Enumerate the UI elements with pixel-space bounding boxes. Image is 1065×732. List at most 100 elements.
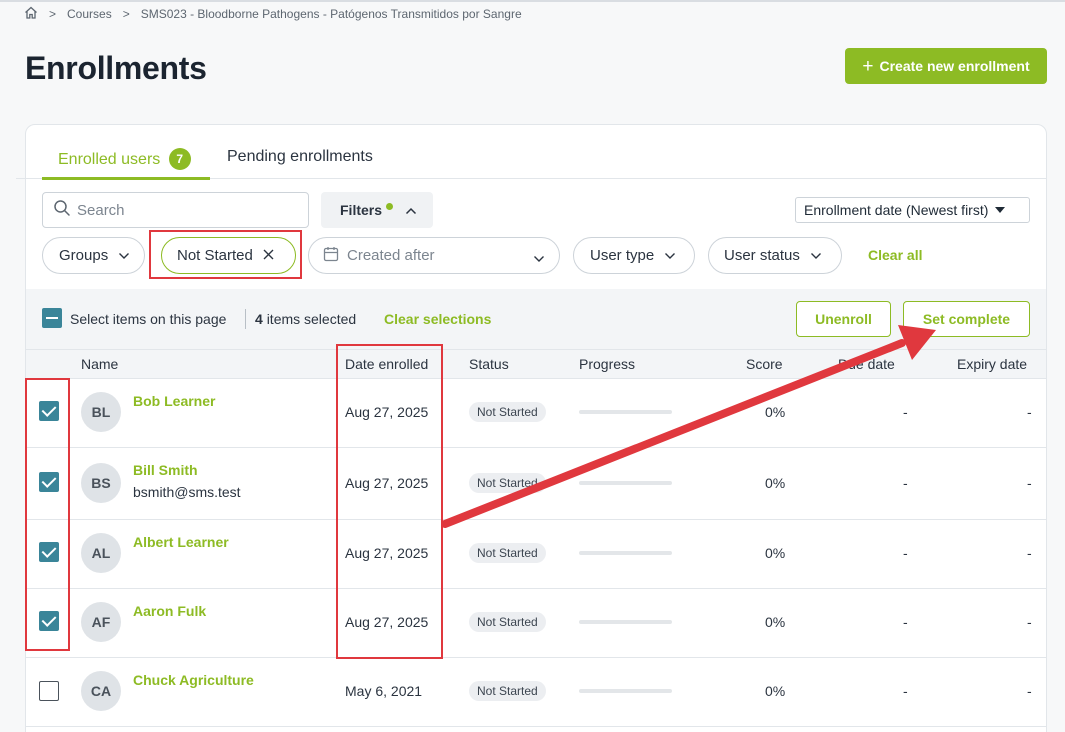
page-title: Enrollments bbox=[25, 50, 207, 86]
user-name-link[interactable]: Aaron Fulk bbox=[133, 603, 206, 619]
date-enrolled: Aug 27, 2025 bbox=[345, 614, 429, 630]
caret-down-icon bbox=[995, 207, 1006, 213]
tab-pending-enrollments[interactable]: Pending enrollments bbox=[227, 148, 373, 166]
create-enrollment-label: Create new enrollment bbox=[879, 58, 1030, 74]
status-badge: Not Started bbox=[469, 681, 546, 701]
row-checkbox[interactable] bbox=[39, 542, 59, 562]
status-badge: Not Started bbox=[469, 543, 546, 563]
avatar: AF bbox=[81, 602, 121, 642]
row-checkbox[interactable] bbox=[39, 472, 59, 492]
filters-button[interactable]: Filters bbox=[321, 192, 433, 228]
top-border bbox=[0, 0, 1065, 2]
date-enrolled: Aug 27, 2025 bbox=[345, 545, 429, 561]
selected-count: 4 items selected bbox=[255, 311, 356, 327]
score: 0% bbox=[765, 475, 786, 491]
created-after-filter[interactable]: Created after bbox=[308, 237, 560, 274]
set-complete-button[interactable]: Set complete bbox=[903, 301, 1030, 337]
due-date: - bbox=[903, 545, 908, 561]
date-enrolled: Aug 27, 2025 bbox=[345, 475, 429, 491]
chevron-down-icon bbox=[664, 247, 676, 264]
groups-filter-label: Groups bbox=[59, 247, 109, 264]
progress-bar bbox=[579, 620, 672, 624]
due-date: - bbox=[903, 683, 908, 699]
user-name-link[interactable]: Bill Smith bbox=[133, 462, 198, 478]
col-name-header[interactable]: Name bbox=[81, 356, 118, 372]
unenroll-button[interactable]: Unenroll bbox=[796, 301, 891, 337]
plus-icon: + bbox=[862, 55, 874, 77]
tab-enrolled-label: Enrolled users bbox=[58, 151, 161, 168]
active-tab-indicator bbox=[42, 177, 210, 180]
chevron-down-icon bbox=[533, 250, 545, 267]
row-checkbox[interactable] bbox=[39, 681, 59, 701]
date-enrolled: May 6, 2021 bbox=[345, 683, 423, 699]
avatar: CA bbox=[81, 671, 121, 711]
chevron-down-icon bbox=[118, 247, 130, 264]
tab-enrolled-users[interactable]: Enrolled users 7 bbox=[58, 148, 191, 170]
create-enrollment-button[interactable]: + Create new enrollment bbox=[845, 48, 1047, 84]
avatar: BS bbox=[81, 463, 121, 503]
avatar: AL bbox=[81, 533, 121, 573]
col-date-enrolled-header[interactable]: Date enrolled bbox=[345, 356, 428, 372]
col-score-header[interactable]: Score bbox=[746, 356, 783, 372]
search-icon bbox=[53, 199, 71, 222]
expiry-date: - bbox=[1027, 683, 1032, 699]
expiry-date: - bbox=[1027, 614, 1032, 630]
col-status-header[interactable]: Status bbox=[469, 356, 509, 372]
breadcrumb-course[interactable]: SMS023 - Bloodborne Pathogens - Patógeno… bbox=[141, 7, 522, 21]
home-icon[interactable] bbox=[24, 6, 38, 22]
row-checkbox[interactable] bbox=[39, 401, 59, 421]
active-filter-dot-icon bbox=[386, 202, 394, 210]
chevron-down-icon bbox=[810, 247, 822, 264]
select-page-checkbox[interactable] bbox=[42, 308, 62, 328]
sort-label: Enrollment date (Newest first) bbox=[804, 202, 989, 218]
user-name-link[interactable]: Albert Learner bbox=[133, 534, 229, 550]
progress-bar bbox=[579, 481, 672, 485]
sort-select[interactable]: Enrollment date (Newest first) bbox=[795, 197, 1030, 223]
created-after-placeholder: Created after bbox=[347, 247, 435, 264]
score: 0% bbox=[765, 404, 786, 420]
select-page-label: Select items on this page bbox=[70, 311, 227, 327]
row-checkbox[interactable] bbox=[39, 611, 59, 631]
col-expiry-date-header[interactable]: Expiry date bbox=[957, 356, 1027, 372]
progress-bar bbox=[579, 551, 672, 555]
selected-count-number: 4 bbox=[255, 311, 263, 327]
expiry-date: - bbox=[1027, 475, 1032, 491]
avatar: BL bbox=[81, 392, 121, 432]
close-icon[interactable] bbox=[263, 247, 274, 264]
user-type-label: User type bbox=[590, 247, 655, 264]
chevron-up-icon bbox=[405, 202, 417, 218]
col-due-date-header[interactable]: Due date bbox=[838, 356, 895, 372]
clear-selections-link[interactable]: Clear selections bbox=[384, 311, 491, 327]
status-filter-label: Not Started bbox=[177, 247, 253, 264]
user-type-filter[interactable]: User type bbox=[573, 237, 695, 274]
score: 0% bbox=[765, 683, 786, 699]
status-filter-chip[interactable]: Not Started bbox=[161, 237, 296, 274]
enrolled-count-badge: 7 bbox=[168, 148, 191, 170]
selected-count-suffix: items selected bbox=[266, 311, 357, 327]
user-name-link[interactable]: Chuck Agriculture bbox=[133, 672, 254, 688]
breadcrumb-courses[interactable]: Courses bbox=[67, 7, 112, 21]
status-badge: Not Started bbox=[469, 402, 546, 422]
date-enrolled: Aug 27, 2025 bbox=[345, 404, 429, 420]
breadcrumb: > Courses > SMS023 - Bloodborne Pathogen… bbox=[24, 6, 522, 22]
clear-all-link[interactable]: Clear all bbox=[868, 247, 922, 263]
score: 0% bbox=[765, 614, 786, 630]
progress-bar bbox=[579, 689, 672, 693]
user-email: bsmith@sms.test bbox=[133, 484, 241, 500]
user-status-filter[interactable]: User status bbox=[708, 237, 842, 274]
user-name-link[interactable]: Bob Learner bbox=[133, 393, 215, 409]
due-date: - bbox=[903, 475, 908, 491]
progress-bar bbox=[579, 410, 672, 414]
search-input[interactable] bbox=[77, 201, 277, 219]
due-date: - bbox=[903, 614, 908, 630]
status-badge: Not Started bbox=[469, 612, 546, 632]
filters-label: Filters bbox=[340, 202, 383, 218]
search-field[interactable] bbox=[42, 192, 309, 228]
groups-filter[interactable]: Groups bbox=[42, 237, 145, 274]
breadcrumb-separator-icon: > bbox=[49, 7, 57, 21]
expiry-date: - bbox=[1027, 404, 1032, 420]
expiry-date: - bbox=[1027, 545, 1032, 561]
selection-divider bbox=[245, 309, 246, 329]
col-progress-header[interactable]: Progress bbox=[579, 356, 635, 372]
calendar-icon bbox=[323, 246, 339, 266]
